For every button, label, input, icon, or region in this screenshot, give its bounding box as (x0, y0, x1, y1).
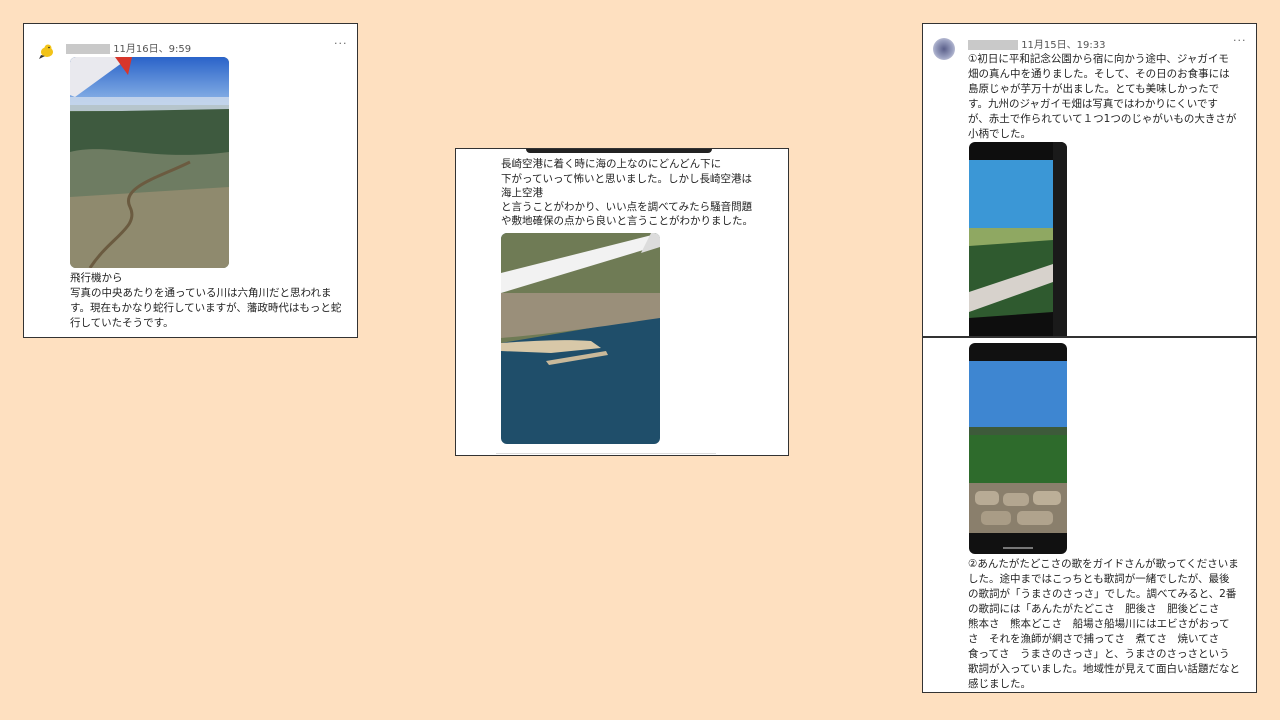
post-text-line3: 海上空港 (501, 187, 543, 199)
post-timestamp: 11月15日、19:33 (1021, 40, 1106, 51)
post-card-1: 11月16日、9:59 ··· 飛行機から 写真の中央あたりを通っている川は六角… (23, 23, 358, 338)
post-text-line4: と言うことがわかり、いい点を調べてみたら騒音問題 (501, 201, 753, 213)
post-text-line5: や敷地確保の点から良いと言うことがわかりました。 (501, 215, 753, 227)
post-card-2: 長崎空港に着く時に海の上なのにどんどん下に 下がっていって怖いと思いました。しか… (455, 148, 789, 456)
post-caption-title: 飛行機から (70, 272, 123, 284)
post-caption-body: 写真の中央あたりを通っている川は六角川だと思われます。現在もかなり蛇行しています… (70, 287, 342, 329)
ellipsis-icon[interactable]: ··· (334, 37, 348, 50)
post-text-line1: 長崎空港に着く時に海の上なのにどんどん下に (501, 158, 722, 170)
airport-coast-photo[interactable] (501, 233, 660, 444)
post-meta: 11月15日、19:33 (968, 36, 1105, 51)
divider (496, 453, 716, 454)
post-timestamp: 11月16日、9:59 (113, 44, 192, 55)
redacted-author (968, 40, 1018, 50)
post-card-3: 11月15日、19:33 ··· ①初日に平和記念公園から宿に向かう途中、ジャガ… (922, 23, 1257, 337)
previous-image-edge (526, 149, 712, 153)
post-body-text: ②あんたがたどこさの歌をガイドさんが歌ってくださいました。途中まではこっちとも歌… (968, 558, 1240, 690)
post-body-text: ①初日に平和記念公園から宿に向かう途中、ジャガイモ畑の真ん中を通りました。そして… (968, 53, 1237, 140)
redacted-author (66, 44, 110, 54)
post-card-4: ②あんたがたどこさの歌をガイドさんが歌ってくださいました。途中まではこっちとも歌… (922, 337, 1257, 693)
ellipsis-icon[interactable]: ··· (1233, 34, 1247, 47)
airplane-window-photo[interactable] (70, 57, 229, 268)
vegetable-field-photo[interactable] (969, 343, 1067, 554)
post-meta: 11月16日、9:59 (66, 40, 191, 55)
user-avatar-icon[interactable] (933, 38, 955, 60)
bird-avatar-icon[interactable] (38, 42, 56, 60)
post-text-line2: 下がっていって怖いと思いました。しかし長崎空港は (501, 173, 752, 185)
potato-field-photo[interactable] (969, 142, 1067, 336)
